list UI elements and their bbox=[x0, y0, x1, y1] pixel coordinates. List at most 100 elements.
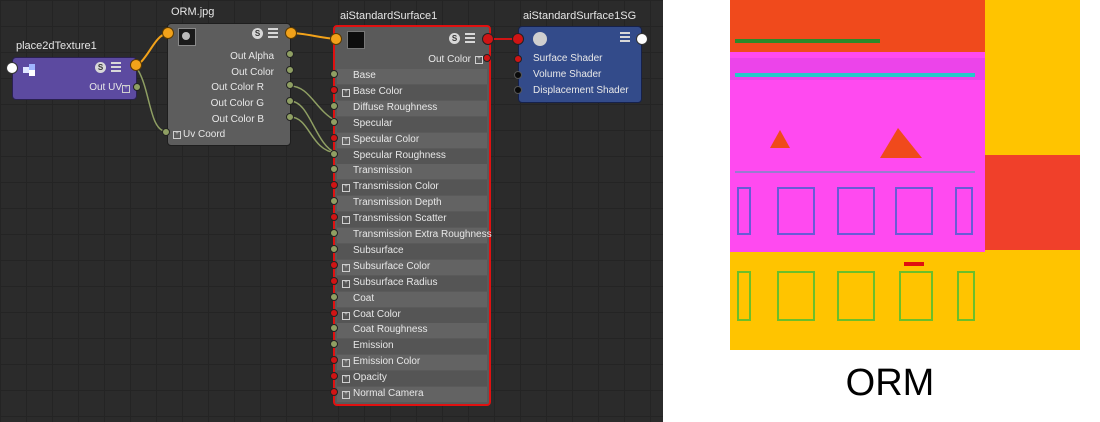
surface-node[interactable]: S Out Color + Base + Base Color Diffuse Rou… bbox=[333, 25, 492, 406]
surface-attr-port[interactable] bbox=[330, 244, 338, 253]
surface-attr-row[interactable]: Emission bbox=[337, 339, 487, 355]
place2d-output-port[interactable] bbox=[130, 59, 142, 71]
surface-attr-port[interactable] bbox=[330, 133, 338, 142]
expand-icon[interactable]: + bbox=[342, 263, 350, 272]
surface-attr-port[interactable] bbox=[330, 308, 338, 317]
surface-attr-row[interactable]: Coat bbox=[337, 291, 487, 307]
sg-node[interactable]: Surface Shader Volume Shader Displacemen… bbox=[518, 26, 642, 103]
surface-attr-row[interactable]: Subsurface bbox=[337, 243, 487, 259]
sg-title: aiStandardSurface1SG bbox=[523, 10, 637, 22]
menu-icon[interactable] bbox=[111, 62, 121, 72]
surface-attr-row[interactable]: + Specular Color bbox=[337, 132, 487, 148]
surface-attr-port[interactable] bbox=[330, 276, 338, 285]
file-input-port[interactable] bbox=[162, 27, 174, 39]
surface-attr-row[interactable]: Transmission Extra Roughness bbox=[337, 228, 492, 243]
badge-icon[interactable]: S bbox=[95, 62, 106, 73]
surface-attr-row[interactable]: + Transmission Color bbox=[337, 180, 487, 196]
menu-icon[interactable] bbox=[465, 33, 475, 43]
badge-icon[interactable]: S bbox=[252, 28, 263, 39]
out-color-r-port[interactable] bbox=[286, 81, 294, 89]
out-color-g-port[interactable] bbox=[286, 97, 294, 105]
volume-shader-port[interactable] bbox=[514, 71, 522, 79]
place2d-input-port[interactable] bbox=[6, 62, 18, 74]
surface-attr-row[interactable]: + Emission Color bbox=[337, 355, 487, 371]
surface-attr-port[interactable] bbox=[330, 292, 338, 301]
expand-icon[interactable]: + bbox=[342, 375, 350, 384]
surface-attr-row[interactable]: Diffuse Roughness bbox=[337, 100, 487, 116]
out-color-port[interactable] bbox=[286, 66, 294, 74]
expand-icon[interactable]: + bbox=[342, 216, 350, 225]
surface-attr-row[interactable]: Specular bbox=[337, 116, 487, 132]
surface-input-port[interactable] bbox=[330, 33, 342, 45]
surface-attr-row[interactable]: + Normal Camera bbox=[337, 387, 487, 402]
expand-icon[interactable]: + bbox=[342, 359, 350, 368]
menu-icon[interactable] bbox=[268, 28, 278, 38]
sg-input-port[interactable] bbox=[512, 33, 524, 45]
place2d-texture-icon bbox=[23, 63, 37, 76]
surface-attr-port[interactable] bbox=[330, 117, 338, 126]
shader-swatch-icon bbox=[347, 31, 365, 49]
surface-attr-port[interactable] bbox=[330, 70, 338, 78]
expand-icon[interactable]: + bbox=[342, 391, 350, 399]
surface-attr-label: Coat bbox=[353, 292, 375, 304]
surface-attr-port[interactable] bbox=[330, 388, 338, 396]
surface-attr-row[interactable]: Coat Roughness bbox=[337, 323, 487, 339]
surface-attr-label: Specular Color bbox=[353, 133, 420, 145]
badge-icon[interactable]: S bbox=[449, 33, 460, 44]
file-out-alpha: Out Alpha bbox=[230, 51, 274, 62]
surface-title: aiStandardSurface1 bbox=[340, 10, 438, 22]
expand-icon[interactable]: + bbox=[342, 311, 350, 320]
expand-icon[interactable]: + bbox=[173, 131, 181, 139]
surface-attr-row[interactable]: + Opacity bbox=[337, 371, 487, 387]
surface-output-port[interactable] bbox=[482, 33, 494, 45]
orm-texture-preview bbox=[730, 0, 1080, 350]
surface-attr-label: Subsurface Color bbox=[353, 260, 431, 272]
expand-icon[interactable]: + bbox=[122, 85, 130, 93]
surface-attr-port[interactable] bbox=[330, 229, 338, 237]
surface-attr-label: Normal Camera bbox=[353, 388, 424, 399]
surface-attr-port[interactable] bbox=[330, 85, 338, 94]
texture-thumbnail-icon bbox=[178, 28, 196, 46]
expand-icon[interactable]: + bbox=[475, 56, 483, 64]
expand-icon[interactable]: + bbox=[342, 184, 350, 193]
surface-attr-port[interactable] bbox=[330, 149, 338, 158]
surface-attr-row[interactable]: + Coat Color bbox=[337, 307, 487, 323]
file-out-color-g: Out Color G bbox=[210, 98, 264, 109]
surface-attr-row[interactable]: Transmission bbox=[337, 164, 487, 180]
expand-icon[interactable]: + bbox=[342, 88, 350, 97]
surface-attr-port[interactable] bbox=[330, 101, 338, 110]
surface-attr-row[interactable]: Specular Roughness bbox=[337, 148, 487, 164]
file-node[interactable]: S Out Alpha Out Color Out Color R Out Co… bbox=[167, 23, 291, 146]
surface-out-color: Out Color bbox=[428, 54, 471, 65]
surface-shader-port[interactable] bbox=[514, 55, 522, 63]
file-output-port[interactable] bbox=[285, 27, 297, 39]
surface-attr-row[interactable]: + Subsurface Color bbox=[337, 259, 487, 275]
out-alpha-port[interactable] bbox=[286, 50, 294, 58]
file-out-color: Out Color bbox=[231, 67, 274, 78]
surface-attr-row[interactable]: + Transmission Scatter bbox=[337, 212, 487, 228]
surface-attr-row[interactable]: + Base Color bbox=[337, 84, 487, 100]
surface-attr-row[interactable]: Base bbox=[337, 69, 487, 84]
place2d-node[interactable]: S Out UV + bbox=[12, 57, 137, 100]
surface-attr-label: Specular bbox=[353, 117, 393, 129]
surface-attr-label: Transmission Depth bbox=[353, 197, 442, 209]
expand-icon[interactable]: + bbox=[342, 136, 350, 145]
out-uv-port[interactable] bbox=[133, 83, 141, 91]
menu-icon[interactable] bbox=[620, 32, 630, 42]
expand-icon[interactable]: + bbox=[342, 279, 350, 288]
surface-attr-port[interactable] bbox=[330, 260, 338, 269]
uv-coord-port[interactable] bbox=[162, 128, 170, 136]
surface-attr-label: Emission Color bbox=[353, 356, 421, 368]
out-color-b-port[interactable] bbox=[286, 113, 294, 121]
file-out-color-r: Out Color R bbox=[211, 82, 264, 93]
out-color-port[interactable] bbox=[483, 54, 491, 62]
surface-attr-row[interactable]: + Subsurface Radius bbox=[337, 275, 487, 291]
surface-attr-label: Transmission Color bbox=[353, 181, 439, 193]
surface-attr-row[interactable]: Transmission Depth bbox=[337, 196, 487, 212]
file-uv-coord: Uv Coord bbox=[183, 129, 226, 140]
file-title: ORM.jpg bbox=[171, 6, 215, 18]
displacement-shader-port[interactable] bbox=[514, 86, 522, 94]
node-editor[interactable]: place2dTexture1 S Out UV + ORM.jpg S Out… bbox=[0, 0, 663, 422]
sg-output-port[interactable] bbox=[636, 33, 648, 45]
surface-attr-label: Transmission Extra Roughness bbox=[353, 229, 492, 240]
